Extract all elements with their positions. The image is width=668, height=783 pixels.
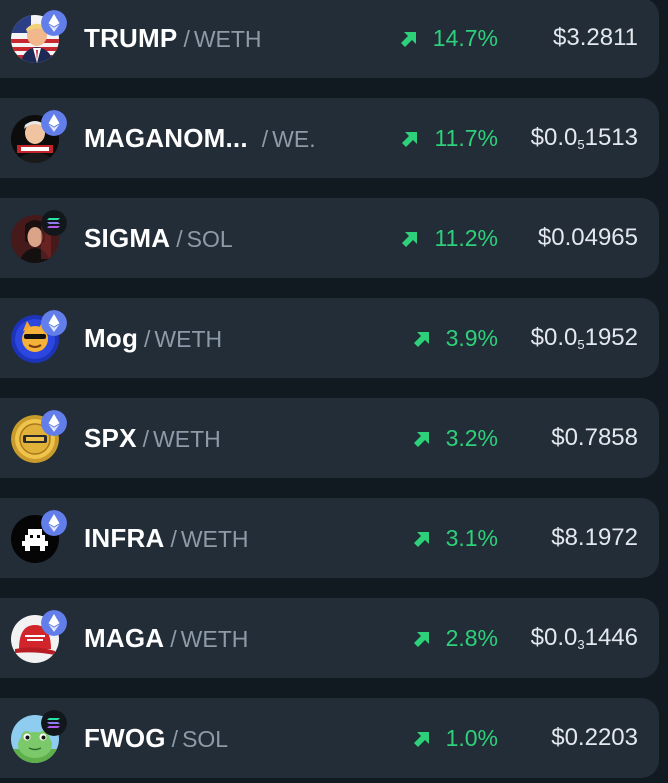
token-symbol: FWOG xyxy=(84,723,166,753)
price-change: 11.7% xyxy=(402,122,498,154)
token-pair: TRUMP / WETH xyxy=(84,22,262,59)
token-symbol: TRUMP xyxy=(84,23,178,53)
price-suffix: 1513 xyxy=(584,124,638,151)
price-prefix: $0.0 xyxy=(530,124,578,151)
token-symbol: MAGANOM... xyxy=(84,123,248,153)
token-price: $0.04965 xyxy=(538,222,638,261)
token-pair: MAGANOM... / WE. xyxy=(84,122,316,159)
token-row-fwog[interactable]: FWOG / SOL 1.0% $0.2203 xyxy=(0,698,659,778)
price-prefix: $3.2811 xyxy=(553,24,638,51)
price-prefix: $8.1972 xyxy=(551,524,638,551)
price-prefix: $0.0 xyxy=(530,624,578,651)
price-change-value: 11.2% xyxy=(434,225,498,251)
price-zero-count: 5 xyxy=(577,137,585,152)
arrow-up-right-icon xyxy=(402,131,418,147)
quote-symbol: WETH xyxy=(154,326,223,352)
quote-symbol: WETH xyxy=(180,526,249,552)
token-pair: MAGA / WETH xyxy=(84,622,248,659)
ethereum-icon xyxy=(41,110,67,136)
ethereum-icon xyxy=(41,610,67,636)
ethereum-icon xyxy=(41,510,67,536)
solana-icon xyxy=(41,210,67,236)
price-prefix: $0.7858 xyxy=(551,424,638,451)
quote-symbol: WE. xyxy=(272,126,316,152)
pair-separator: / xyxy=(170,626,177,652)
token-price: $3.2811 xyxy=(553,22,638,61)
price-zero-count: 3 xyxy=(577,637,585,652)
token-price: $0.051952 xyxy=(531,322,638,361)
arrow-up-right-icon xyxy=(413,331,430,347)
price-change: 3.1% xyxy=(413,522,498,554)
token-price: $0.031446 xyxy=(531,622,638,661)
arrow-up-right-icon xyxy=(413,731,430,747)
arrow-up-right-icon xyxy=(400,31,417,47)
price-prefix: $0.2203 xyxy=(551,724,638,751)
price-change-value: 3.2% xyxy=(445,425,498,451)
token-row-infra[interactable]: INFRA / WETH 3.1% $8.1972 xyxy=(0,498,659,578)
arrow-up-right-icon xyxy=(413,531,430,547)
pair-separator: / xyxy=(176,226,183,252)
price-change: 14.7% xyxy=(400,22,498,54)
token-row-mog[interactable]: Mog / WETH 3.9% $0.051952 xyxy=(0,298,659,378)
token-row-trump[interactable]: TRUMP / WETH 14.7% $3.2811 xyxy=(0,0,659,78)
solana-icon xyxy=(41,710,67,736)
token-list: TRUMP / WETH 14.7% $3.2811 MAGANOM... / … xyxy=(0,0,668,783)
pair-separator: / xyxy=(144,326,151,352)
token-row-maga[interactable]: MAGA / WETH 2.8% $0.031446 xyxy=(0,598,659,678)
quote-symbol: SOL xyxy=(186,226,233,252)
price-suffix: 1952 xyxy=(584,324,638,351)
quote-symbol: WETH xyxy=(193,26,262,52)
token-price: $0.7858 xyxy=(551,422,638,461)
price-change: 1.0% xyxy=(413,722,498,754)
pair-separator: / xyxy=(183,26,190,52)
price-prefix: $0.04965 xyxy=(537,224,638,251)
quote-symbol: WETH xyxy=(180,626,249,652)
token-row-sigma[interactable]: SIGMA / SOL 11.2% $0.04965 xyxy=(0,198,659,278)
token-price: $0.2203 xyxy=(551,722,638,761)
price-change: 11.2% xyxy=(402,222,498,254)
token-symbol: MAGA xyxy=(84,623,165,653)
quote-symbol: WETH xyxy=(153,426,221,452)
token-symbol: INFRA xyxy=(84,523,165,553)
price-change-value: 3.1% xyxy=(445,525,498,551)
price-change: 3.9% xyxy=(413,322,498,354)
price-suffix: 1446 xyxy=(584,624,638,651)
token-row-spx[interactable]: SPX / WETH 3.2% $0.7858 xyxy=(0,398,659,478)
price-change: 3.2% xyxy=(413,422,498,454)
token-pair: SIGMA / SOL xyxy=(84,222,233,259)
arrow-up-right-icon xyxy=(413,431,430,447)
ethereum-icon xyxy=(41,410,67,436)
token-price: $8.1972 xyxy=(551,522,638,561)
price-change-value: 14.7% xyxy=(432,25,498,51)
pair-separator: / xyxy=(170,526,177,552)
pair-separator: / xyxy=(261,126,269,152)
price-change: 2.8% xyxy=(413,622,498,654)
price-zero-count: 5 xyxy=(577,337,585,352)
token-pair: SPX / WETH xyxy=(84,422,221,459)
price-change-value: 3.9% xyxy=(445,325,498,351)
token-symbol: SIGMA xyxy=(84,223,171,253)
token-pair: FWOG / SOL xyxy=(84,722,228,759)
token-row-maganomics[interactable]: MAGANOM... / WE. 11.7% $0.051513 xyxy=(0,98,659,178)
ethereum-icon xyxy=(41,310,67,336)
arrow-up-right-icon xyxy=(402,231,418,247)
price-change-value: 11.7% xyxy=(434,125,498,151)
token-symbol: Mog xyxy=(84,323,139,353)
quote-symbol: SOL xyxy=(182,726,229,752)
pair-separator: / xyxy=(142,426,150,452)
token-pair: INFRA / WETH xyxy=(84,522,249,559)
ethereum-icon xyxy=(41,10,67,36)
token-pair: Mog / WETH xyxy=(84,322,222,359)
pair-separator: / xyxy=(171,726,179,752)
price-change-value: 1.0% xyxy=(445,725,498,751)
token-symbol: SPX xyxy=(84,423,137,453)
arrow-up-right-icon xyxy=(413,631,430,647)
token-price: $0.051513 xyxy=(531,122,638,161)
price-change-value: 2.8% xyxy=(445,625,498,651)
price-prefix: $0.0 xyxy=(530,324,578,351)
